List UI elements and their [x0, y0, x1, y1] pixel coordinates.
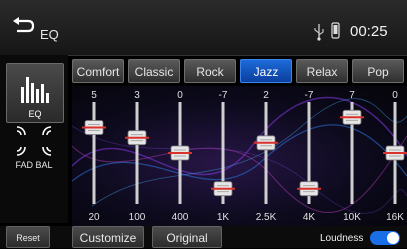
eq-slider-knob[interactable] — [82, 120, 106, 135]
eq-slider-knob[interactable] — [211, 181, 235, 197]
eq-mode-button[interactable]: EQ — [6, 63, 64, 123]
eq-slider-knob[interactable] — [383, 145, 407, 161]
sidebar: EQ FAD BAL — [0, 55, 68, 223]
eq-freq-label: 1K — [217, 212, 230, 223]
eq-freq-label: 400 — [172, 212, 189, 223]
eq-freq-label: 4K — [303, 212, 316, 223]
eq-slider-knob[interactable] — [254, 135, 278, 151]
eq-gain-label: 2 — [263, 90, 269, 101]
page-title: EQ — [40, 27, 59, 42]
eq-freq-label: 2.5K — [256, 212, 277, 223]
eq-slider-knob[interactable] — [125, 130, 149, 146]
eq-gain-label: 0 — [392, 90, 398, 101]
eq-slider-knob[interactable] — [168, 145, 192, 161]
equalizer-icon — [21, 77, 49, 103]
top-bar: EQ 00:25 — [0, 0, 407, 56]
clock: 00:25 — [350, 23, 388, 40]
eq-gain-label: 3 — [134, 90, 140, 101]
preset-pop[interactable]: Pop — [352, 59, 404, 83]
eq-freq-label: 10K — [343, 212, 361, 223]
eq-gain-label: 0 — [177, 90, 183, 101]
eq-gain-label: 5 — [91, 90, 97, 101]
preset-rock[interactable]: Rock — [184, 59, 236, 83]
eq-gain-label: -7 — [219, 90, 228, 101]
loudness-toggle-knob — [387, 232, 399, 244]
reset-button[interactable]: Reset — [6, 226, 50, 248]
fader-balance-icon[interactable] — [13, 123, 55, 159]
preset-classic[interactable]: Classic — [128, 59, 180, 83]
eq-sliders: 5 20 3 100 0 400 -7 1K 2 2.5K -7 4K 7 10K 0 16K — [82, 90, 407, 223]
eq-gain-label: -7 — [305, 90, 314, 101]
eq-mode-label: EQ — [28, 109, 42, 119]
fader-balance-label: FAD BAL — [15, 160, 53, 170]
eq-slider-knob[interactable] — [297, 181, 321, 197]
loudness-toggle[interactable] — [370, 231, 400, 245]
bottom-bar: Reset Customize Original Loudness — [0, 226, 407, 248]
eq-slider-knob[interactable] — [340, 109, 364, 125]
phone-icon — [331, 22, 340, 39]
eq-freq-label: 100 — [129, 212, 146, 223]
preset-relax[interactable]: Relax — [296, 59, 348, 83]
preset-jazz[interactable]: Jazz — [240, 59, 292, 83]
back-icon[interactable] — [12, 17, 36, 37]
original-button[interactable]: Original — [152, 226, 222, 248]
loudness-label: Loudness — [320, 233, 364, 244]
eq-freq-label: 16K — [386, 212, 404, 223]
preset-comfort[interactable]: Comfort — [72, 59, 124, 83]
customize-button[interactable]: Customize — [72, 226, 144, 248]
usb-icon — [314, 24, 324, 41]
eq-gain-label: 7 — [349, 90, 355, 101]
eq-freq-label: 20 — [88, 212, 100, 223]
eq-panel: 5 20 3 100 0 400 -7 1K 2 2.5K -7 4K 7 10K 0 16K — [72, 86, 407, 226]
